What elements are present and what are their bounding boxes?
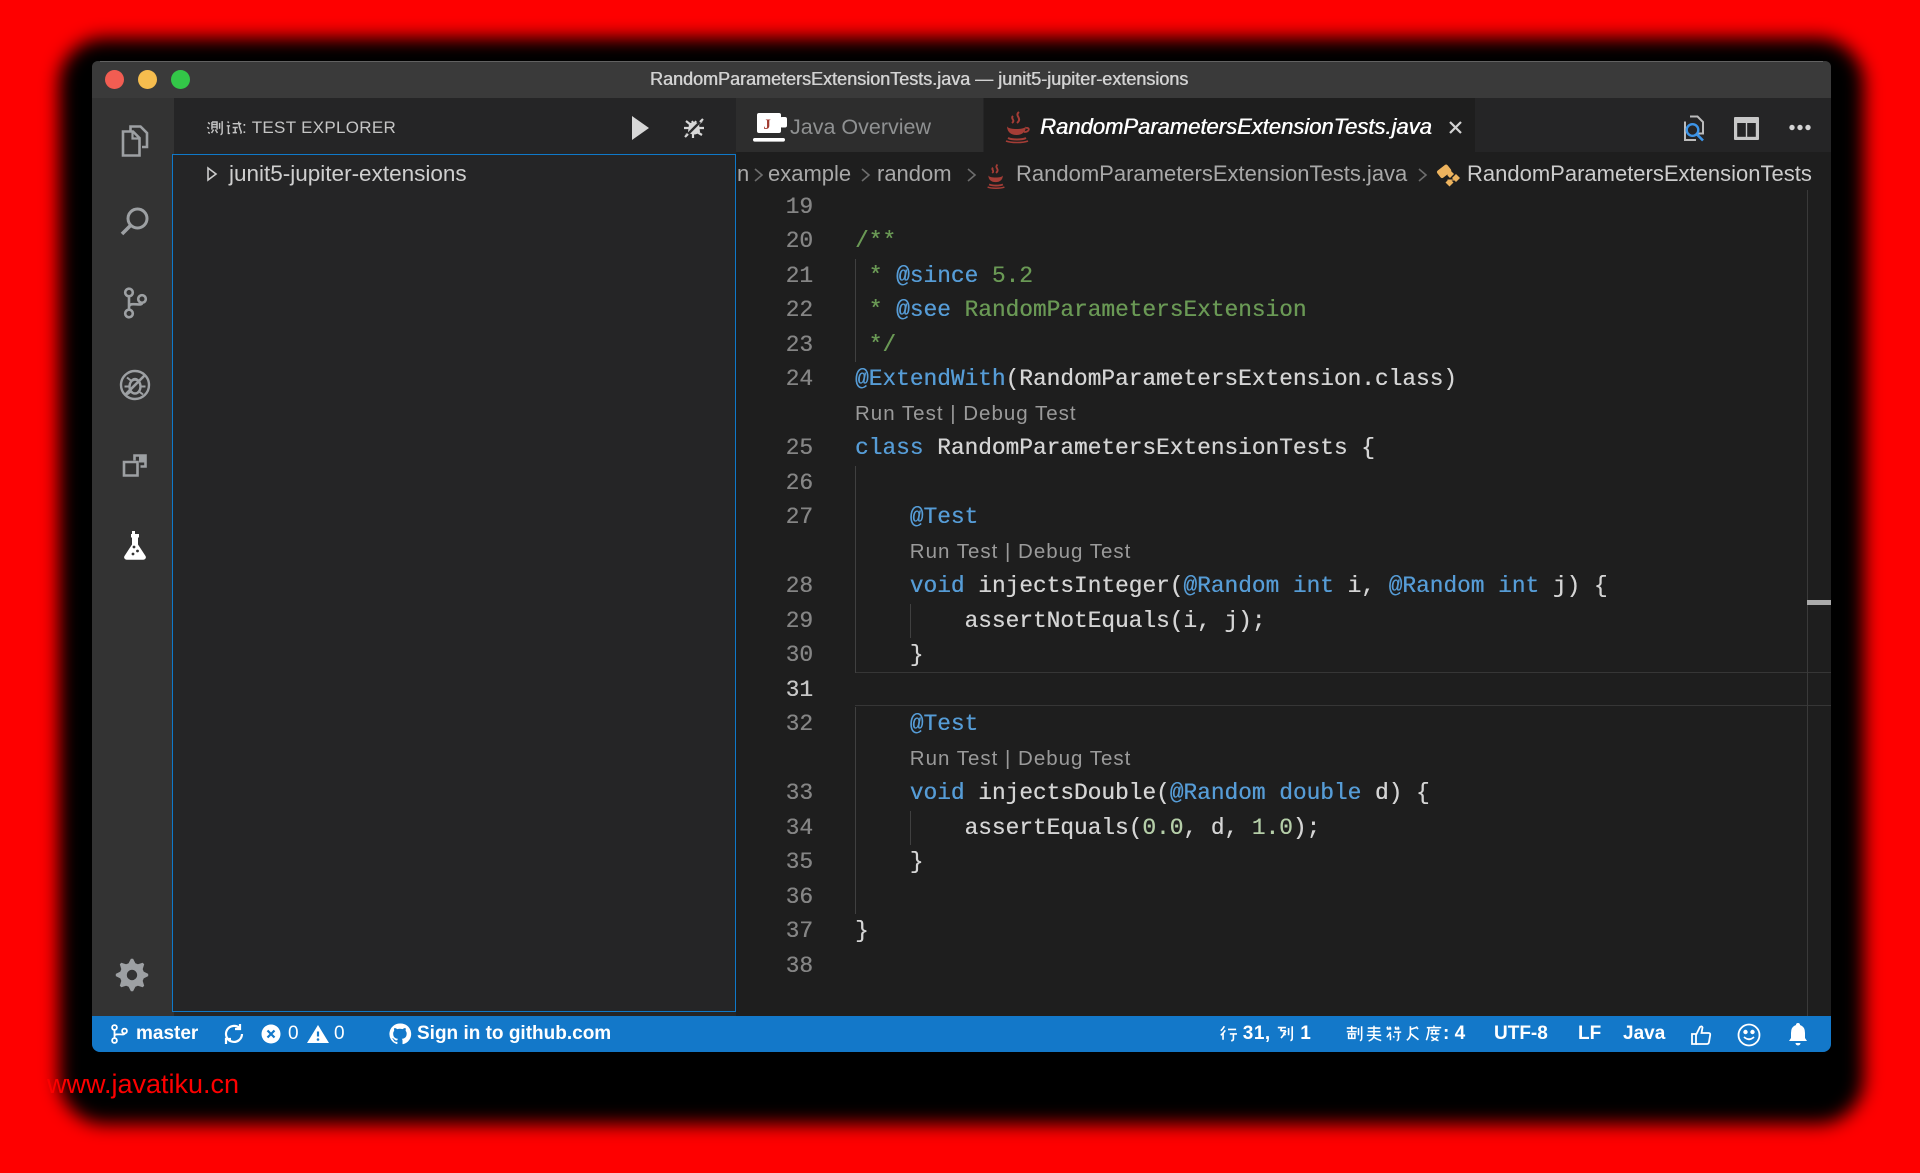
svg-text:J: J bbox=[764, 117, 771, 133]
